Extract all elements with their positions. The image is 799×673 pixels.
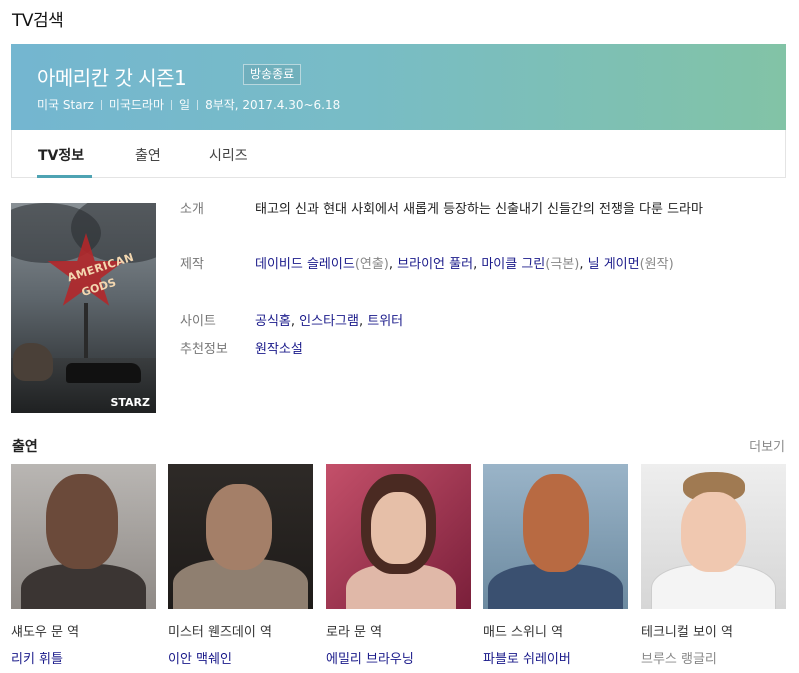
cast-name-link[interactable]: 이안 맥쉐인 xyxy=(168,648,313,667)
cast-name-link[interactable]: 리키 휘틀 xyxy=(11,648,156,667)
list-separator: , xyxy=(388,257,398,272)
list-separator: , xyxy=(579,257,588,272)
cast-photo[interactable] xyxy=(11,464,156,609)
cast-name-link[interactable]: 파블로 쉬레이버 xyxy=(483,648,628,667)
cast-card[interactable]: 미스터 웬즈데이 역 이안 맥쉐인 xyxy=(168,464,313,667)
producer-link[interactable]: 데이비드 슬레이드 xyxy=(255,257,355,272)
producer-link[interactable]: 닐 게이먼 xyxy=(588,257,640,272)
cast-more-link[interactable]: 더보기 xyxy=(749,436,785,455)
info-label-production: 제작 xyxy=(180,257,204,272)
cast-name-link[interactable]: 에밀리 브라우닝 xyxy=(326,648,471,667)
cast-role: 로라 문 역 xyxy=(326,625,383,640)
site-link-twitter[interactable]: 트위터 xyxy=(367,314,403,329)
cast-photo-head xyxy=(206,484,272,570)
show-poster[interactable]: AMERICAN GODS STARZ xyxy=(11,203,156,413)
site-link-official[interactable]: 공식홈 xyxy=(255,314,291,329)
meta-network: 미국 Starz xyxy=(37,98,94,112)
cast-photo-head xyxy=(681,492,746,572)
cast-role: 테크니컬 보이 역 xyxy=(641,625,733,640)
info-recommend-value: 원작소설 xyxy=(255,337,755,363)
cast-photo[interactable] xyxy=(326,464,471,609)
site-link-instagram[interactable]: 인스타그램 xyxy=(299,314,359,329)
cast-card[interactable]: 섀도우 문 역 리키 휘틀 xyxy=(11,464,156,667)
cast-section-title: 출연 xyxy=(12,439,38,455)
recommend-link[interactable]: 원작소설 xyxy=(255,342,303,357)
meta-divider xyxy=(171,99,173,110)
poster-buffalo xyxy=(13,343,53,381)
cast-photo-head xyxy=(46,474,118,569)
meta-divider xyxy=(100,99,102,110)
tab-bar: TV정보 출연 시리즈 xyxy=(11,130,786,178)
list-separator: , xyxy=(290,314,300,329)
cast-role: 매드 스위니 역 xyxy=(483,625,564,640)
meta-airday: 일 xyxy=(179,98,191,112)
cast-card[interactable]: 테크니컬 보이 역 브루스 랭글리 xyxy=(641,464,786,667)
cast-name: 브루스 랭글리 xyxy=(641,652,717,667)
producer-link[interactable]: 마이클 그린 xyxy=(481,257,545,272)
cast-photo[interactable] xyxy=(641,464,786,609)
meta-divider xyxy=(197,99,199,110)
info-label-intro: 소개 xyxy=(180,202,204,217)
meta-genre: 미국드라마 xyxy=(108,98,165,112)
cast-photo-head xyxy=(523,474,589,572)
cast-photo[interactable] xyxy=(168,464,313,609)
info-site-value: 공식홈, 인스타그램, 트위터 xyxy=(255,309,755,335)
status-badge: 방송종료 xyxy=(243,64,302,85)
show-meta: 미국 Starz 미국드라마 일 8부작, 2017.4.30~6.18 xyxy=(37,96,340,113)
active-tab-indicator xyxy=(37,175,92,178)
list-separator: , xyxy=(358,314,368,329)
tab-tv-info[interactable]: TV정보 xyxy=(38,145,84,165)
poster-network-logo: STARZ xyxy=(110,396,150,409)
meta-episodes-dates: 8부작, 2017.4.30~6.18 xyxy=(205,98,341,112)
info-label-recommend: 추천정보 xyxy=(180,342,228,357)
tab-cast[interactable]: 출연 xyxy=(135,145,161,165)
cast-role: 섀도우 문 역 xyxy=(11,625,80,640)
cast-photo-body xyxy=(21,564,146,609)
show-title[interactable]: 아메리칸 갓 시즌1 xyxy=(37,62,187,91)
cast-card[interactable]: 로라 문 역 에밀리 브라우닝 xyxy=(326,464,471,667)
producer-role: (극본) xyxy=(545,257,580,272)
producer-link[interactable]: 브라이언 풀러 xyxy=(397,257,473,272)
tab-series[interactable]: 시리즈 xyxy=(209,145,248,165)
show-header-banner: 아메리칸 갓 시즌1 방송종료 미국 Starz 미국드라마 일 8부작, 20… xyxy=(11,44,786,130)
cast-photo-head xyxy=(371,492,426,564)
cast-card[interactable]: 매드 스위니 역 파블로 쉬레이버 xyxy=(483,464,628,667)
page-title: TV검색 xyxy=(12,11,64,31)
info-label-site: 사이트 xyxy=(180,314,216,329)
producer-role: (연출) xyxy=(354,257,389,272)
producer-role: (원작) xyxy=(639,257,674,272)
poster-car xyxy=(66,363,141,383)
cast-photo[interactable] xyxy=(483,464,628,609)
info-intro-text: 태고의 신과 현대 사회에서 새롭게 등장하는 신출내기 신들간의 전쟁을 다룬… xyxy=(255,202,703,217)
info-production-value: 데이비드 슬레이드(연출), 브라이언 풀러, 마이클 그린(극본), 닐 게이… xyxy=(255,252,755,278)
cast-role: 미스터 웬즈데이 역 xyxy=(168,625,272,640)
